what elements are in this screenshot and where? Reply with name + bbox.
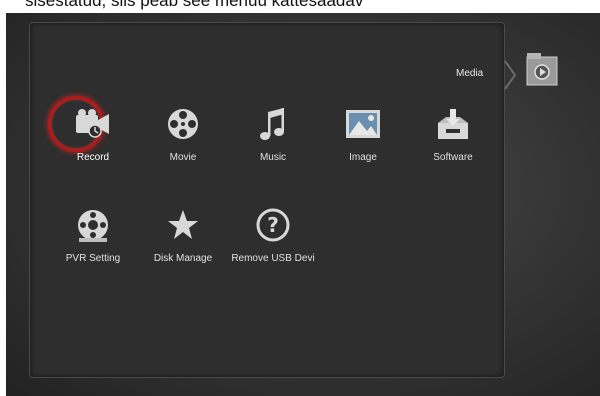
media-screen: Record Movie Music Image Software PVR Se… (6, 13, 600, 396)
menu-item-label: Disk Manage (153, 253, 213, 264)
software-icon (429, 100, 477, 148)
menu-item-music[interactable]: Music (228, 100, 318, 180)
menu-item-label: Remove USB Devi (231, 253, 315, 264)
menu-item-record[interactable]: Record (48, 96, 138, 180)
media-label: Media (456, 68, 484, 79)
film-reel-icon (159, 100, 207, 148)
menu-item-label: Record (76, 152, 110, 163)
menu-item-movie[interactable]: Movie (138, 100, 228, 180)
svg-text:?: ? (267, 213, 279, 237)
record-camera-icon (69, 100, 117, 148)
remove-usb-question-icon: ? (249, 201, 297, 249)
menu-item-label: Music (259, 152, 287, 163)
menu-item-image[interactable]: Image (318, 100, 408, 180)
media-menu-panel: Record Movie Music Image Software PVR Se… (29, 22, 505, 378)
menu-item-label: PVR Setting (65, 253, 121, 264)
menu-item-remove-usb[interactable]: ? Remove USB Devi (228, 201, 318, 281)
menu-item-software[interactable]: Software (408, 100, 498, 180)
menu-item-label: Image (349, 152, 377, 163)
disk-manage-star-icon (159, 201, 207, 249)
menu-item-pvr-setting[interactable]: PVR Setting (48, 201, 138, 281)
menu-item-disk-manage[interactable]: Disk Manage (138, 201, 228, 281)
media-folder-icon[interactable] (525, 47, 559, 87)
menu-item-label: Movie (169, 152, 197, 163)
chevron-right-icon (504, 60, 517, 90)
menu-item-label: Software (433, 152, 473, 163)
caption-text: sisestatud, siis peab see menüü kättesaa… (0, 0, 600, 13)
image-icon (339, 100, 387, 148)
pvr-setting-icon (69, 201, 117, 249)
music-note-icon (249, 100, 297, 148)
